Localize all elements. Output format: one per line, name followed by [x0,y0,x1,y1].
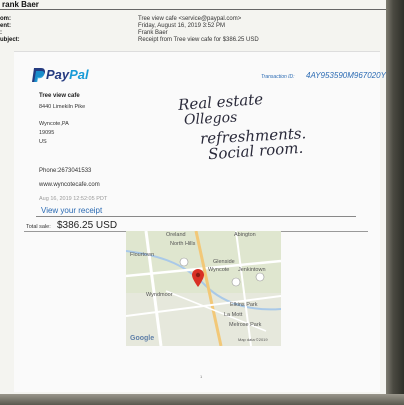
merchant-website[interactable]: www.wyncotecafe.com [39,182,100,188]
google-logo: Google [130,335,155,342]
map-label-oreland: Oreland [166,232,186,238]
to-label: : [0,30,2,36]
from-label: om: [0,16,11,22]
map-label-elkins-park: Elkins Park [230,302,258,308]
printed-page: rank Baer om: ent: : ubject: Tree view c… [0,0,391,405]
merchant-phone: Phone:2673041533 [39,168,92,174]
location-map[interactable]: Oreland Abington North Hills Flourtown G… [126,231,281,346]
transaction-timestamp: Aug 16, 2019 12:52:05 PDT [39,196,108,202]
to-value: Frank Baer [138,30,168,36]
total-sale-value: $386.25 USD [57,220,118,231]
handwritten-line-2: Ollegos [183,109,238,129]
sent-value: Friday, August 16, 2019 3:52 PM [138,23,225,29]
transaction-id-value: 4AY953590M967020Y [306,71,386,80]
map-label-flourtown: Flourtown [130,252,155,258]
background-edge-right [386,0,404,405]
map-label-glenside: Glenside [213,259,235,265]
total-sale-label: Total sale: [26,224,51,230]
merchant-name: Tree view cafe [39,93,80,99]
merchant-country: US [39,139,47,145]
paypal-logo-text: PayPal [46,67,89,82]
map-label-wyncote: Wyncote [208,267,230,273]
transaction-id-label: Transaction ID: [261,74,295,80]
subject-label: ubject: [0,37,20,43]
subject-value: Receipt from Tree view cafe for $386.25 … [138,37,259,43]
map-roads [126,231,281,346]
from-value: Tree view cafe <service@paypal.com> [138,16,242,22]
merchant-city: Wyncote,PA [39,121,69,127]
location-pin-icon [192,269,204,287]
background-edge-bottom [0,394,404,405]
map-data-attribution: Map data ©2019 [238,337,268,342]
map-label-wyndmoor: Wyndmoor [146,292,173,298]
sent-label: ent: [0,23,11,29]
brand-pay: Pay [46,67,70,82]
map-label-abington: Abington [234,232,256,238]
email-sender-name: rank Baer [2,0,39,9]
map-label-jenkintown: Jenkintown [238,267,266,273]
map-label-melrose-park: Melrose Park [229,322,262,328]
merchant-street: 8440 Limekiln Pike [39,104,86,110]
paypal-logo-icon [32,68,46,82]
merchant-zip: 19095 [39,130,55,136]
receipt-divider [36,216,356,217]
map-label-la-mott: La Mott [224,312,243,318]
header-rule [0,9,391,10]
page-number: 1 [200,374,203,379]
view-receipt-link[interactable]: View your receipt [41,206,102,215]
map-label-north-hills: North Hills [170,241,196,247]
brand-pal: Pal [69,67,89,82]
